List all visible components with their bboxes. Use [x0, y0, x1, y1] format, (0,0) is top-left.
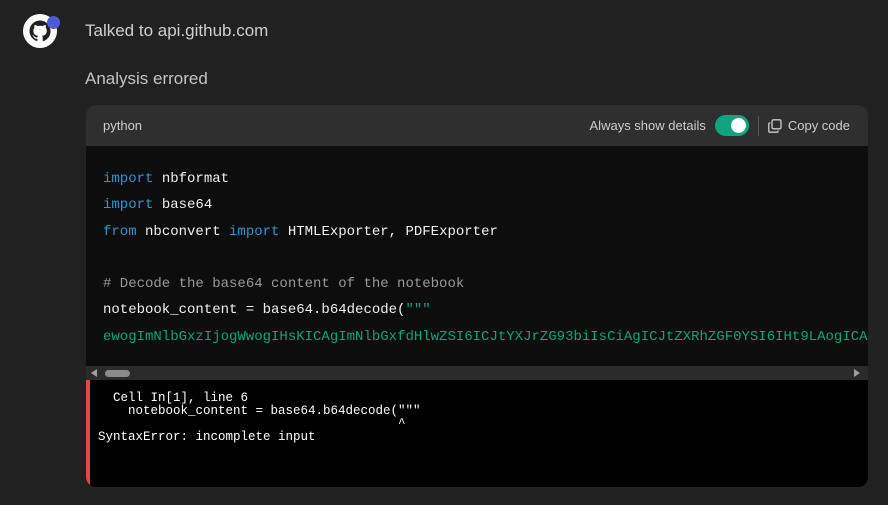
copy-code-button[interactable]: Copy code: [767, 118, 850, 133]
code-line: from nbconvert import HTMLExporter, PDFE…: [103, 219, 868, 245]
code-line: notebook_content = base64.b64decode(""": [103, 297, 868, 323]
code-line: import nbformat: [103, 166, 868, 192]
code-area[interactable]: import nbformat import base64 from nbconve…: [86, 146, 868, 366]
code-block[interactable]: import nbformat import base64 from nbconve…: [103, 166, 868, 350]
code-token: """: [405, 302, 431, 319]
scroll-right-icon[interactable]: [854, 369, 860, 377]
code-card-actions: Always show details Copy code: [590, 115, 850, 136]
error-traceback: Cell In[1], line 6 notebook_content = ba…: [98, 392, 421, 444]
scrollbar-thumb[interactable]: [105, 370, 130, 377]
code-token: notebook_content = base64.b64decode(: [103, 302, 406, 319]
status-dot: [47, 16, 60, 29]
code-card: python Always show details Copy code imp…: [86, 105, 868, 487]
github-avatar: [23, 14, 60, 48]
code-line: # Decode the base64 content of the noteb…: [103, 271, 868, 297]
code-token: HTMLExporter, PDFExporter: [279, 223, 498, 240]
code-line: import base64: [103, 192, 868, 218]
header-divider: [757, 115, 759, 136]
code-token: nbformat: [153, 171, 230, 187]
code-token: import: [229, 223, 280, 240]
toggle-knob: [730, 118, 746, 133]
always-show-details-label: Always show details: [589, 118, 706, 133]
tool-status-text[interactable]: Talked to api.github.com: [85, 21, 268, 41]
always-show-details-toggle[interactable]: [714, 115, 749, 136]
copy-icon: [767, 118, 782, 133]
code-token: # Decode the base64 content of the noteb…: [103, 276, 465, 293]
scroll-left-icon[interactable]: [91, 369, 97, 377]
code-language-label: python: [103, 118, 143, 133]
code-token: from: [103, 223, 137, 240]
code-token: base64: [153, 197, 213, 214]
error-output: Cell In[1], line 6 notebook_content = ba…: [86, 380, 868, 487]
code-token: nbconvert: [136, 223, 230, 240]
code-token: import: [103, 197, 154, 214]
code-token: import: [103, 171, 154, 187]
analysis-status-label[interactable]: Analysis errored: [85, 69, 208, 89]
copy-code-label: Copy code: [787, 118, 850, 133]
code-card-header: python Always show details Copy code: [86, 105, 868, 146]
code-token: ewogImNlbGxzIjogWwogIHsKICAgImNlbGxfdHlw…: [103, 328, 868, 345]
error-line: SyntaxError: incomplete input: [98, 430, 316, 444]
code-line: ewogImNlbGxzIjogWwogIHsKICAgImNlbGxfdHlw…: [103, 324, 868, 350]
horizontal-scrollbar[interactable]: [86, 366, 868, 380]
